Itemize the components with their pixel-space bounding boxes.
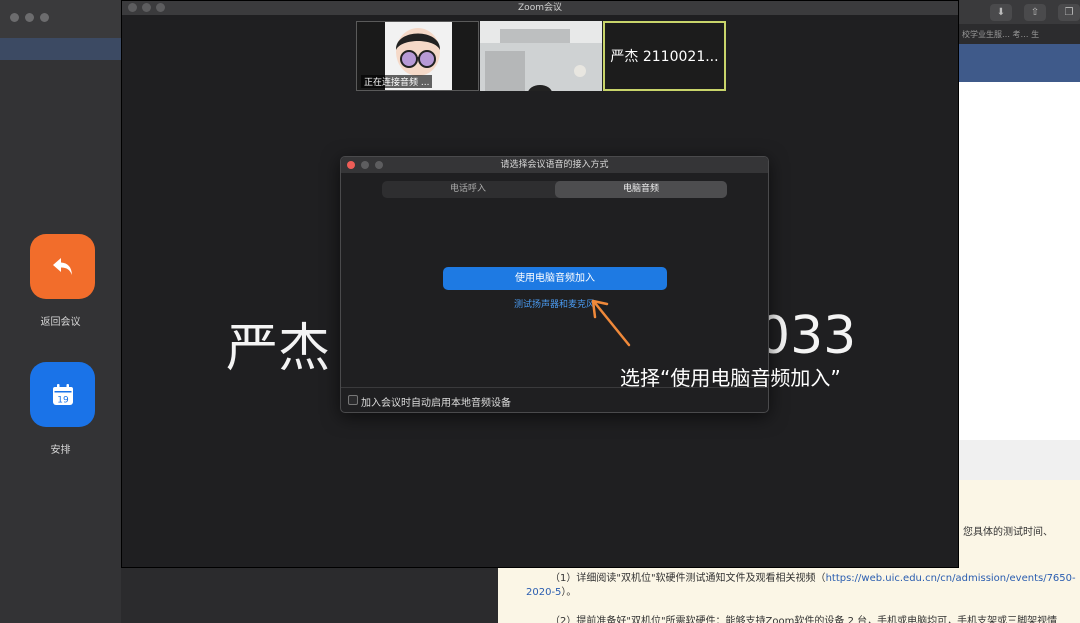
doc-line-3: （2）提前准备好"双机位"所需软硬件：能够支持Zoom软件的设备 2 台，手机或… bbox=[550, 616, 1058, 623]
return-to-meeting-label: 返回会议 bbox=[40, 317, 81, 328]
doc-line-1: （1）详细阅读"双机位"软硬件测试通知文件及观看相关视频（https://web… bbox=[550, 569, 1076, 584]
tile-status-caption: 正在连接音频 ... bbox=[361, 75, 433, 88]
browser-toolbar: ⬇ ⇧ ❐ bbox=[958, 0, 1080, 24]
doc-link-2[interactable]: 2020-5 bbox=[526, 587, 561, 598]
window-zoom-dot[interactable] bbox=[40, 13, 49, 22]
window-minimize-dot[interactable] bbox=[25, 13, 34, 22]
zoom-home-header-bar bbox=[0, 38, 121, 60]
download-icon[interactable]: ⬇ bbox=[990, 4, 1012, 21]
window-zoom-dot[interactable] bbox=[156, 3, 165, 12]
doc-line-1-prefix: （1）详细阅读"双机位"软硬件测试通知文件及观看相关视频（ bbox=[550, 573, 826, 584]
zoom-meeting-title: Zoom会议 bbox=[518, 3, 562, 13]
screen: 返回会议 19 安排 ⬇ ⇧ ❐ 校学业生服… 考… 生 您具体的测试时间、 （… bbox=[0, 0, 1080, 623]
annotation-caption: 选择“使用电脑音频加入” bbox=[620, 366, 841, 390]
dialog-title: 请选择会议语音的接入方式 bbox=[500, 160, 609, 170]
participant-name: 严杰 2110021... bbox=[610, 49, 719, 65]
window-close-dot[interactable] bbox=[128, 3, 137, 12]
annotation-arrow-icon bbox=[591, 299, 631, 347]
tabs-overview-icon[interactable]: ❐ bbox=[1058, 4, 1080, 21]
zoom-home-titlebar bbox=[0, 0, 121, 38]
video-tile-active-speaker[interactable]: 严杰 2110021... bbox=[603, 21, 726, 91]
webpage-header bbox=[958, 44, 1080, 82]
zoom-meeting-titlebar: Zoom会议 bbox=[122, 1, 958, 15]
doc-line-0: 您具体的测试时间、 bbox=[963, 527, 1053, 538]
audio-mode-segmented-control: 电话呼入 电脑音频 bbox=[382, 181, 727, 198]
schedule-label: 安排 bbox=[50, 445, 71, 456]
calendar-day-text: 19 bbox=[57, 395, 69, 405]
auto-join-audio-label[interactable]: 加入会议时自动启用本地音频设备 bbox=[361, 394, 511, 409]
tab-computer-audio[interactable]: 电脑音频 bbox=[555, 181, 727, 198]
main-participant-name-left: 严杰 bbox=[226, 319, 331, 379]
dialog-close-dot[interactable] bbox=[347, 161, 355, 169]
zoom-home-window bbox=[0, 0, 121, 623]
video-tile-participant[interactable] bbox=[480, 21, 602, 91]
return-to-meeting-button[interactable] bbox=[30, 234, 95, 299]
browser-tab-strip[interactable]: 校学业生服… 考… 生 bbox=[958, 24, 1080, 44]
doc-line-2: 2020-5）。 bbox=[526, 583, 576, 598]
test-speaker-mic-link[interactable]: 测试扬声器和麦克风 bbox=[341, 297, 768, 310]
calendar-icon: 19 bbox=[52, 383, 73, 405]
dialog-titlebar: 请选择会议语音的接入方式 bbox=[341, 157, 768, 173]
webpage-gray-band bbox=[958, 440, 1080, 480]
join-with-computer-audio-button[interactable]: 使用电脑音频加入 bbox=[443, 267, 667, 290]
auto-join-audio-checkbox[interactable] bbox=[348, 395, 358, 405]
participant-video bbox=[480, 21, 602, 91]
tab-phone-call[interactable]: 电话呼入 bbox=[382, 181, 554, 198]
main-participant-name-right: 033 bbox=[757, 306, 857, 366]
window-minimize-dot[interactable] bbox=[142, 3, 151, 12]
video-tile-self[interactable]: 正在连接音频 ... bbox=[356, 21, 479, 91]
window-close-dot[interactable] bbox=[10, 13, 19, 22]
doc-line-2-suffix: ）。 bbox=[561, 587, 577, 598]
doc-link-1[interactable]: https://web.uic.edu.cn/cn/admission/even… bbox=[826, 573, 1076, 584]
return-arrow-icon bbox=[52, 257, 72, 275]
share-icon[interactable]: ⇧ bbox=[1024, 4, 1046, 21]
schedule-button[interactable]: 19 bbox=[30, 362, 95, 427]
dialog-minimize-dot[interactable] bbox=[361, 161, 369, 169]
dialog-zoom-dot[interactable] bbox=[375, 161, 383, 169]
